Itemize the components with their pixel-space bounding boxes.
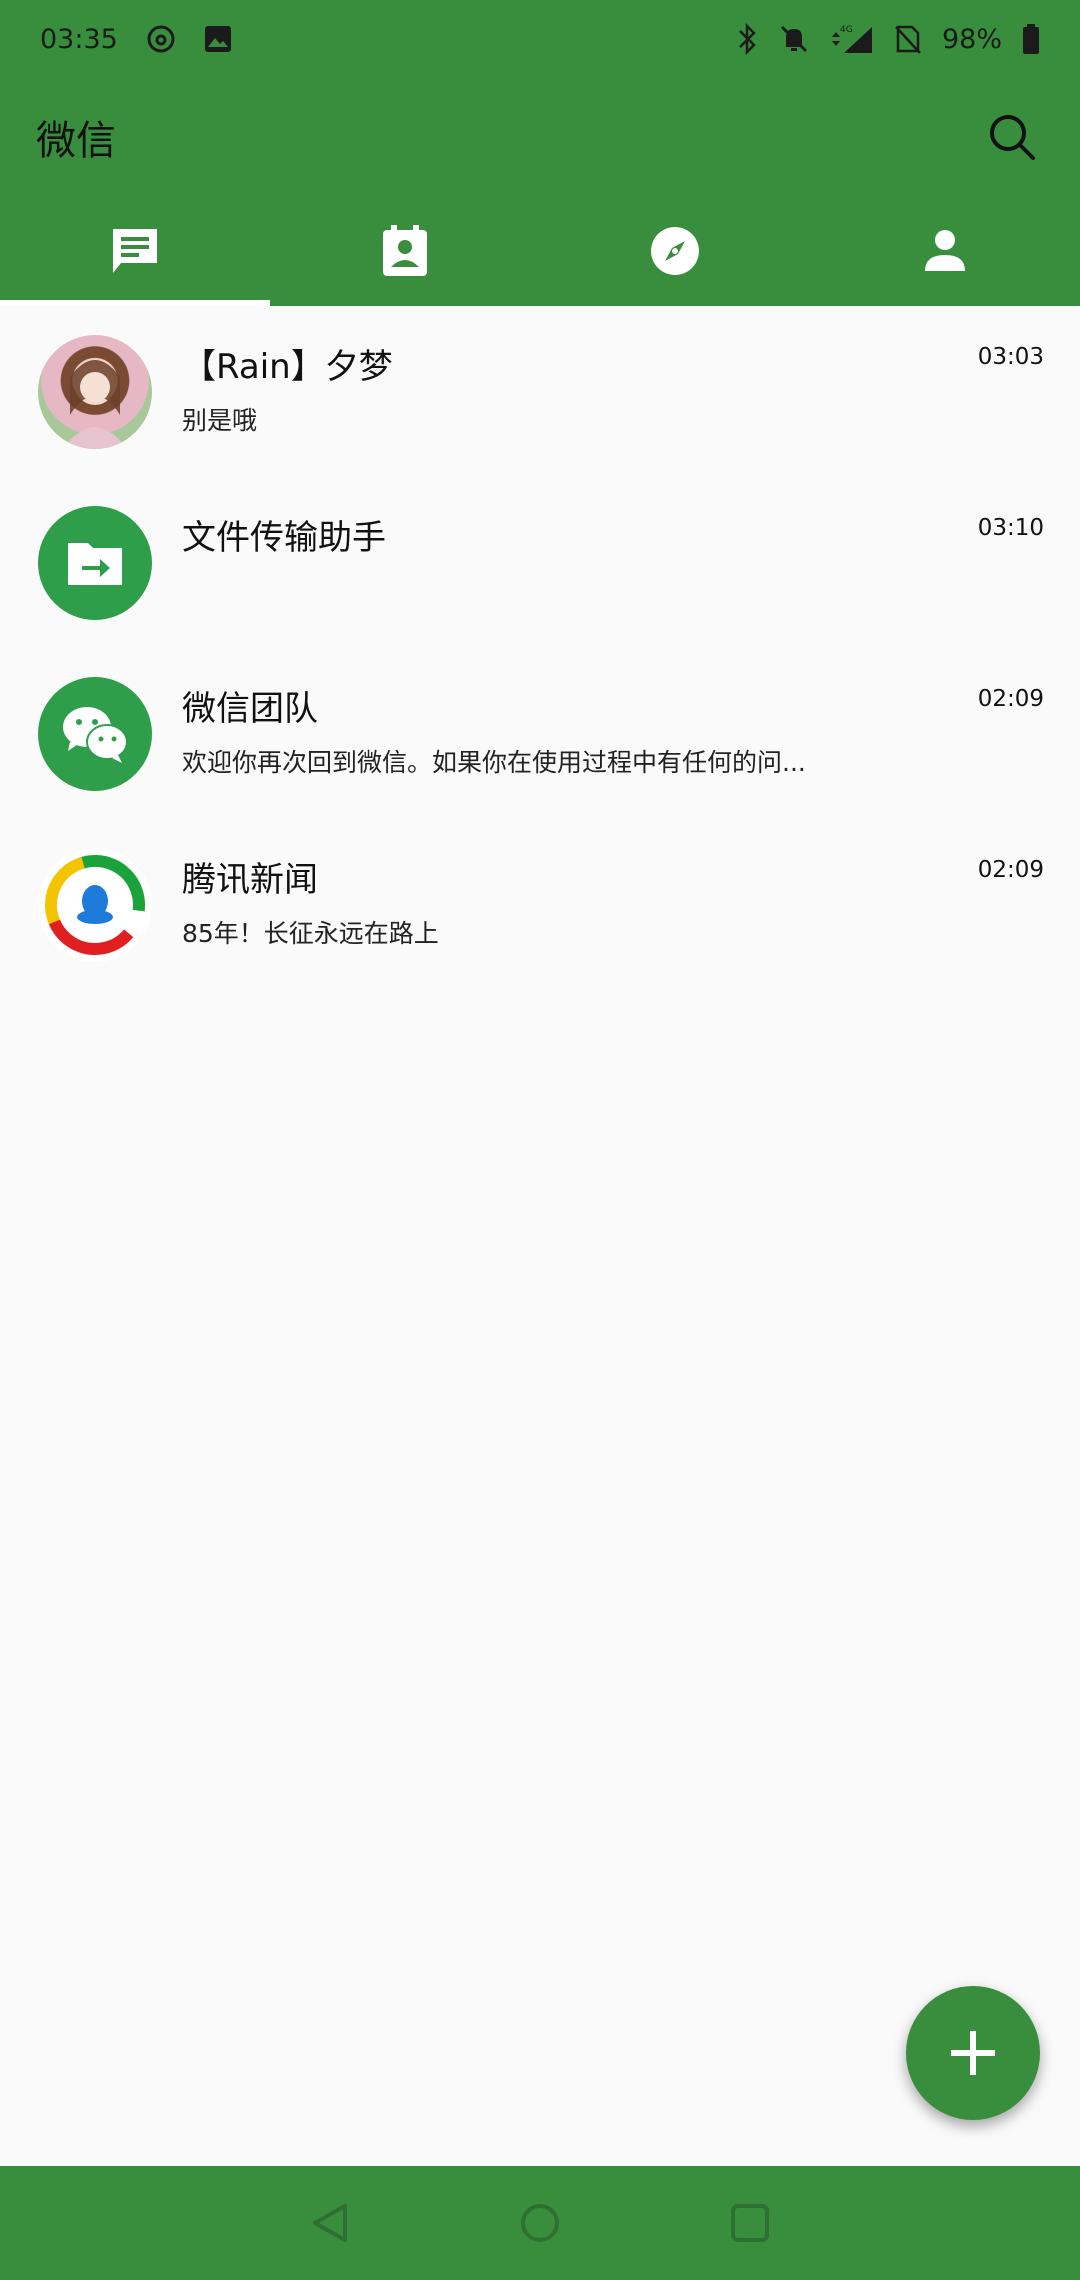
image-icon xyxy=(204,25,232,53)
chat-item[interactable]: 【Rain】夕梦 别是哦 03:03 xyxy=(0,306,1080,477)
chat-list: 【Rain】夕梦 别是哦 03:03 文件传输助手 03:10 微信团队 欢迎你… xyxy=(0,306,1080,990)
tencent-news-logo-icon xyxy=(45,854,145,955)
back-triangle-icon xyxy=(313,2204,347,2242)
avatar[interactable] xyxy=(38,505,152,620)
search-button[interactable] xyxy=(980,105,1044,169)
bluetooth-icon xyxy=(736,23,758,55)
nav-back-button[interactable] xyxy=(300,2193,360,2253)
chat-name: 腾讯新闻 xyxy=(182,859,318,900)
chat-last-message: 85年！长征永远在路上 xyxy=(182,918,439,948)
signal-4g-icon: 4G xyxy=(830,23,874,55)
mute-bell-icon xyxy=(778,23,810,55)
chat-item[interactable]: 微信团队 欢迎你再次回到微信。如果你在使用过程中有任何的问... 02:09 xyxy=(0,648,1080,819)
tab-chats[interactable] xyxy=(0,196,270,306)
nav-recents-button[interactable] xyxy=(720,2193,780,2253)
chat-last-message: 别是哦 xyxy=(182,405,258,435)
add-button[interactable] xyxy=(906,1986,1040,2120)
app-title: 微信 xyxy=(36,118,116,164)
chat-time: 03:10 xyxy=(977,515,1044,541)
system-nav-bar xyxy=(0,2166,1080,2280)
chat-item[interactable]: 腾讯新闻 85年！长征永远在路上 02:09 xyxy=(0,819,1080,990)
wechat-logo-icon xyxy=(63,706,128,763)
status-bar: 03:35 4G 98% xyxy=(0,0,1080,78)
chat-name: 文件传输助手 xyxy=(182,517,386,558)
compass-icon xyxy=(651,227,699,275)
tab-discover[interactable] xyxy=(540,196,810,306)
chat-time: 02:09 xyxy=(977,857,1044,883)
recents-square-icon xyxy=(731,2204,769,2242)
avatar[interactable] xyxy=(38,676,152,791)
status-time: 03:35 xyxy=(40,23,118,55)
chat-time: 03:03 xyxy=(977,344,1044,370)
chat-time: 02:09 xyxy=(977,686,1044,712)
no-sim-icon xyxy=(894,23,922,55)
plus-icon xyxy=(951,2031,995,2075)
nav-home-button[interactable] xyxy=(510,2193,570,2253)
avatar[interactable] xyxy=(38,847,152,962)
search-icon xyxy=(990,115,1035,160)
person-icon xyxy=(925,230,965,271)
contacts-icon xyxy=(383,225,427,276)
file-transfer-icon xyxy=(68,542,122,585)
svg-text:4G: 4G xyxy=(840,25,853,35)
avatar[interactable] xyxy=(38,334,152,449)
home-circle-icon xyxy=(521,2204,559,2242)
app-bar: 微信 xyxy=(0,78,1080,196)
battery-percent: 98% xyxy=(941,23,1002,55)
chat-last-message: 欢迎你再次回到微信。如果你在使用过程中有任何的问... xyxy=(182,747,806,777)
battery-icon xyxy=(1022,23,1040,55)
chat-name: 【Rain】夕梦 xyxy=(182,346,393,387)
netease-music-icon xyxy=(146,24,176,54)
tab-me[interactable] xyxy=(810,196,1080,306)
chat-name: 微信团队 xyxy=(182,688,318,729)
chat-icon xyxy=(113,229,157,273)
tab-bar xyxy=(0,196,1080,306)
chat-item[interactable]: 文件传输助手 03:10 xyxy=(0,477,1080,648)
tab-contacts[interactable] xyxy=(270,196,540,306)
